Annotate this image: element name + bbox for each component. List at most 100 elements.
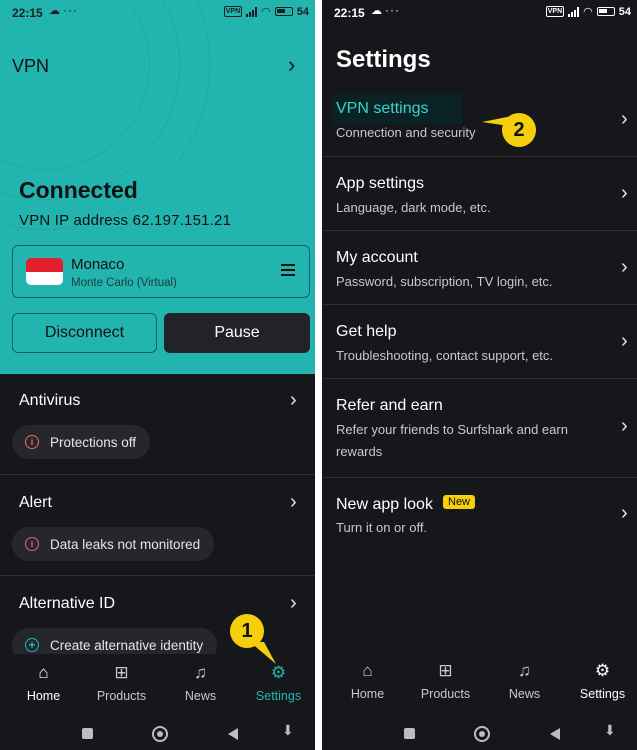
protections-off-badge[interactable]: i Protections off [12,425,151,459]
nav-home[interactable]: ⌂ Home [328,652,407,714]
item-subtitle: Troubleshooting, contact support, etc. [336,348,554,363]
chevron-right-icon: › [621,182,628,204]
pill-label: Protections off [50,434,137,450]
home-circle-icon[interactable] [474,726,490,742]
item-title: VPN settings [336,100,429,117]
status-bar: 22:15 ☁ ··· VPN ◠ 54 [0,0,315,26]
monaco-flag-icon [26,258,63,285]
page-title: Settings [336,46,431,73]
signal-icon [568,6,580,17]
chevron-right-icon: › [621,330,628,352]
item-subtitle: Password, subscription, TV login, etc. [336,274,553,289]
settings-item-new-look[interactable]: New app look Turn it on or off. › [322,478,637,552]
recents-icon[interactable] [404,728,415,739]
location-name: Monaco [71,256,125,273]
status-bar: 22:15 ☁ ··· VPN ◠ 54 [322,0,637,26]
nav-label: News [184,689,217,703]
location-subtitle: Monte Carlo (Virtual) [71,277,177,289]
item-subtitle: Language, dark mode, etc. [336,200,491,215]
home-icon: ⌂ [38,663,49,682]
nav-label: Home [26,689,61,703]
wifi-icon: ◠ [583,6,593,18]
item-title: Get help [336,323,397,340]
nav-home[interactable]: ⌂ Home [4,654,83,716]
vpn-key-icon: VPN [223,6,243,17]
info-icon: i [25,435,39,449]
back-icon[interactable] [228,728,238,740]
wifi-icon: ◠ [261,6,271,18]
chevron-right-icon[interactable]: › [288,52,295,78]
gear-icon: ⚙ [594,661,611,680]
settings-item-vpn[interactable]: VPN settings Connection and security › [322,84,637,157]
battery-level: 54 [618,5,631,18]
more-icon: ··· [385,3,400,17]
battery-icon [274,7,293,16]
cloud-icon: ☁ [49,5,60,17]
antivirus-section[interactable]: Antivirus › i Protections off [0,374,315,474]
nav-news[interactable]: ♫ News [485,652,564,714]
pill-label: Data leaks not monitored [50,536,201,552]
settings-screen: 22:15 ☁ ··· VPN ◠ 54 Settings VPN settin… [322,0,637,750]
item-title: My account [336,249,418,266]
nav-products[interactable]: ⊞ Products [82,654,161,716]
connection-status: Connected [19,177,138,203]
more-icon: ··· [63,3,78,17]
list-icon[interactable] [281,264,295,279]
vpn-label: VPN [12,56,50,76]
nav-products[interactable]: ⊞ Products [406,652,485,714]
pill-label: Create alternative identity [50,637,204,653]
nav-label: Products [96,689,147,703]
item-subtitle: Turn it on or off. [336,520,428,535]
home-icon: ⌂ [362,661,373,680]
item-title: Refer and earn [336,397,443,414]
alert-section[interactable]: Alert › i Data leaks not monitored [0,474,315,575]
info-icon: i [25,537,39,551]
settings-item-app[interactable]: App settings Language, dark mode, etc. › [322,157,637,231]
pause-button[interactable]: Pause [164,313,310,353]
item-subtitle: Connection and security [336,125,476,140]
status-time: 22:15 [12,6,43,20]
settings-item-help[interactable]: Get help Troubleshooting, contact suppor… [322,305,637,379]
status-time: 22:15 [334,6,365,20]
home-circle-icon[interactable] [152,726,168,742]
chevron-right-icon: › [290,389,297,411]
data-leaks-badge[interactable]: i Data leaks not monitored [12,527,215,561]
system-nav-bar: ⬇ [0,716,315,750]
settings-item-refer[interactable]: Refer and earn Refer your friends to Sur… [322,379,637,478]
plus-icon: + [25,638,39,652]
nav-label: Products [420,687,471,701]
system-nav-bar: ⬇ [322,716,637,750]
download-icon[interactable]: ⬇ [604,722,616,739]
nav-label: Settings [255,689,302,703]
location-selector[interactable]: Monaco Monte Carlo (Virtual) [12,245,310,298]
item-title: App settings [336,175,425,192]
recents-icon[interactable] [82,728,93,739]
section-title: Antivirus [19,392,81,409]
bell-icon: ♫ [194,663,207,682]
home-screen: 22:15 ☁ ··· VPN ◠ 54 VPN › Connected VPN… [0,0,315,750]
callout-pointer [250,642,276,664]
battery-level: 54 [296,5,309,18]
nav-settings[interactable]: ⚙ Settings [563,652,637,714]
nav-label: Settings [579,687,626,701]
battery-icon [596,7,615,16]
chevron-right-icon: › [621,256,628,278]
bottom-nav: ⌂ Home ⊞ Products ♫ News ⚙ Settings [322,652,637,714]
item-subtitle: Refer your friends to Surfshark and earn… [336,422,568,459]
vpn-ip-address: VPN IP address 62.197.151.21 [19,212,232,229]
new-badge: New [443,495,476,509]
gear-icon: ⚙ [270,663,287,682]
disconnect-button[interactable]: Disconnect [12,313,157,353]
chevron-right-icon: › [621,108,628,130]
signal-icon [246,6,258,17]
section-title: Alert [19,494,52,511]
back-icon[interactable] [550,728,560,740]
chevron-right-icon: › [290,592,297,614]
nav-news[interactable]: ♫ News [161,654,240,716]
chevron-right-icon: › [621,415,628,437]
download-icon[interactable]: ⬇ [282,722,294,739]
settings-item-account[interactable]: My account Password, subscription, TV lo… [322,231,637,305]
step-callout: 2 [502,113,536,147]
chevron-right-icon: › [621,502,628,524]
chevron-right-icon: › [290,491,297,513]
